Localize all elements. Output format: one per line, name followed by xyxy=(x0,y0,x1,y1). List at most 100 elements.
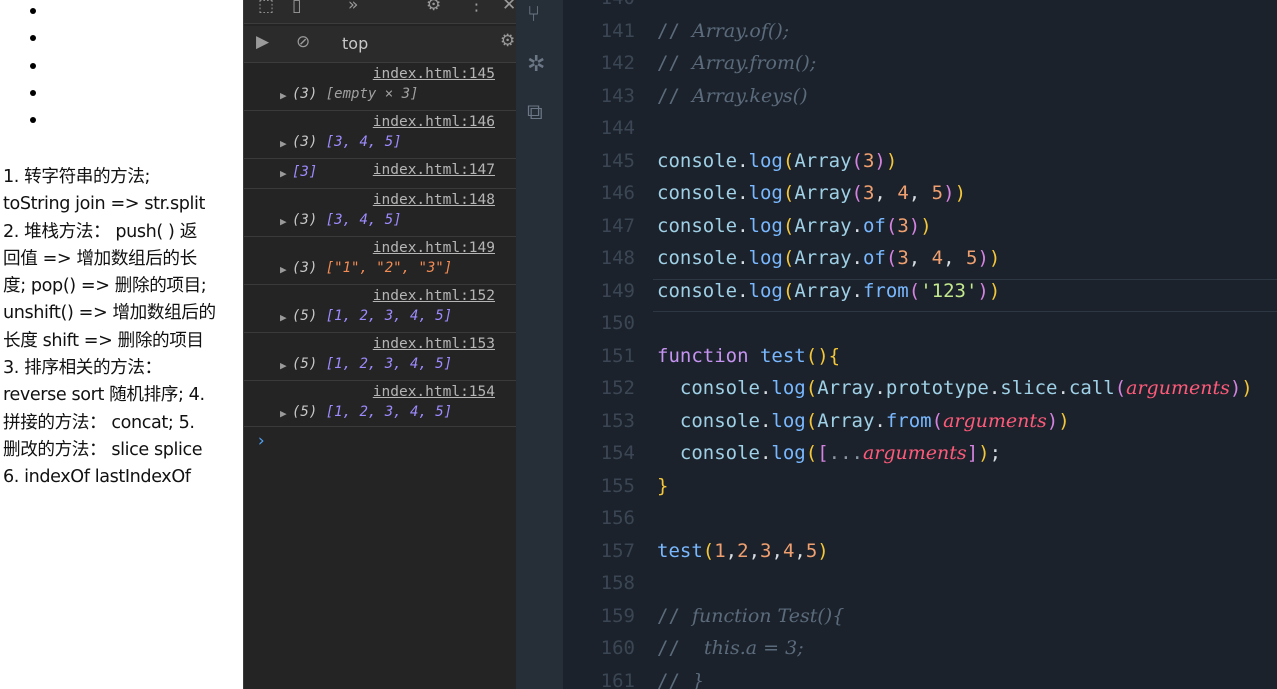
line-number: 143 xyxy=(600,85,635,107)
source-link[interactable]: index.html:154 xyxy=(373,384,495,400)
notes-line: 1. 转字符串的方法; xyxy=(3,167,151,187)
console-message: index.html:146 ▶ (3) [3, 4, 5] xyxy=(244,111,517,159)
line-number: 157 xyxy=(600,540,635,562)
line-number: 149 xyxy=(600,280,635,302)
log-value[interactable]: (3) [empty × 3] xyxy=(292,86,418,102)
console-message: index.html:154 ▶ (5) [1, 2, 3, 4, 5] xyxy=(244,381,517,427)
expand-arrow-icon[interactable]: ▶ xyxy=(280,137,287,150)
notes-line: 2. 堆栈方法： push( ) 返 xyxy=(3,221,197,242)
code-line[interactable]: console.log(Array.of(3)) xyxy=(657,215,932,237)
log-value[interactable]: [3] xyxy=(292,164,317,180)
more-tabs-icon[interactable]: » xyxy=(348,0,358,15)
expand-arrow-icon[interactable]: ▶ xyxy=(280,89,287,102)
web-page: 1. 转字符串的方法; toString join => str.split 2… xyxy=(0,0,243,689)
console-message: index.html:152 ▶ (5) [1, 2, 3, 4, 5] xyxy=(244,285,517,333)
console-message: index.html:149 ▶ (3) ["1", "2", "3"] xyxy=(244,237,517,285)
code-line[interactable]: function test(){ xyxy=(657,345,840,367)
source-link[interactable]: index.html:148 xyxy=(373,192,495,208)
console-message: index.html:145 ▶ (3) [empty × 3] xyxy=(244,63,517,111)
line-number: 146 xyxy=(600,182,635,204)
line-number: 150 xyxy=(600,312,635,334)
expand-arrow-icon[interactable]: ▶ xyxy=(280,407,287,420)
settings-icon[interactable]: ⚙ xyxy=(500,31,515,51)
code-line[interactable]: console.log(Array.prototype.slice.call(a… xyxy=(657,377,1253,399)
expand-arrow-icon[interactable]: ▶ xyxy=(280,167,287,180)
console-prompt[interactable]: › xyxy=(256,431,266,451)
context-selector[interactable]: top xyxy=(342,34,368,53)
notes-text: 1. 转字符串的方法; toString join => str.split 2… xyxy=(3,164,239,492)
code-line[interactable]: } xyxy=(657,475,668,497)
notes-line: 回值 => 增加数组后的长 xyxy=(3,248,197,269)
code-line[interactable]: // Array.of(); xyxy=(657,20,789,42)
notes-line: toString join => str.split xyxy=(3,194,206,215)
code-line[interactable]: console.log(Array.from('123')) xyxy=(657,280,1000,302)
source-link[interactable]: index.html:147 xyxy=(373,162,495,178)
source-link[interactable]: index.html:152 xyxy=(373,288,495,304)
line-number: 161 xyxy=(600,670,635,689)
code-line[interactable]: // Array.from(); xyxy=(657,52,816,74)
notes-line: 拼接的方法： concat; 5. xyxy=(3,412,195,433)
expand-arrow-icon[interactable]: ▶ xyxy=(280,263,287,276)
line-number: 142 xyxy=(600,52,635,74)
log-value[interactable]: (3) [3, 4, 5] xyxy=(292,212,402,228)
code-line[interactable]: test(1,2,3,4,5) xyxy=(657,540,829,562)
line-number: 145 xyxy=(600,150,635,172)
notes-line: 删改的方法： slice splice xyxy=(3,439,203,460)
log-value[interactable]: (5) [1, 2, 3, 4, 5] xyxy=(292,404,452,420)
line-number: 152 xyxy=(600,377,635,399)
code-line[interactable]: // function Test(){ xyxy=(657,605,844,627)
code-line[interactable]: // Array.keys() xyxy=(657,85,808,107)
line-number: 153 xyxy=(600,410,635,432)
line-number: 147 xyxy=(600,215,635,237)
line-number: 155 xyxy=(600,475,635,497)
bullet-item xyxy=(30,117,36,124)
log-value[interactable]: (3) [3, 4, 5] xyxy=(292,134,402,150)
extensions-icon[interactable]: ⧉ xyxy=(527,100,543,125)
source-link[interactable]: index.html:145 xyxy=(373,66,495,82)
console-message: index.html:153 ▶ (5) [1, 2, 3, 4, 5] xyxy=(244,333,517,381)
code-line[interactable]: // this.a = 3; xyxy=(657,637,804,659)
empty-bullet-list xyxy=(30,8,36,144)
code-line[interactable]: console.log([...arguments]); xyxy=(657,442,1001,464)
log-value[interactable]: (3) ["1", "2", "3"] xyxy=(292,260,452,276)
notes-line: 6. indexOf lastIndexOf xyxy=(3,467,191,488)
log-value[interactable]: (5) [1, 2, 3, 4, 5] xyxy=(292,308,452,324)
debug-icon[interactable]: ✲ xyxy=(527,52,545,77)
sidebar-toggle-icon[interactable]: ▶︎ xyxy=(256,32,269,52)
line-number: 151 xyxy=(600,345,635,367)
kebab-icon[interactable]: ⋮ xyxy=(468,0,485,15)
line-number: 148 xyxy=(600,247,635,269)
source-link[interactable]: index.html:153 xyxy=(373,336,495,352)
line-number: 141 xyxy=(600,20,635,42)
expand-arrow-icon[interactable]: ▶ xyxy=(280,215,287,228)
code-line[interactable]: console.log(Array(3)) xyxy=(657,150,897,172)
bullet-item xyxy=(30,89,36,96)
notes-line: reverse sort 随机排序; 4. xyxy=(3,385,205,406)
line-number: 158 xyxy=(600,572,635,594)
source-link[interactable]: index.html:149 xyxy=(373,240,495,256)
log-value[interactable]: (5) [1, 2, 3, 4, 5] xyxy=(292,356,452,372)
source-control-icon[interactable]: ⑂ xyxy=(527,2,540,27)
code-line[interactable]: console.log(Array.of(3, 4, 5)) xyxy=(657,247,1000,269)
device-icon[interactable]: ▯ xyxy=(292,0,301,16)
code-line[interactable]: console.log(Array.from(arguments)) xyxy=(657,410,1070,432)
settings-icon[interactable]: ⚙ xyxy=(426,0,441,15)
code-line[interactable]: console.log(Array(3, 4, 5)) xyxy=(657,182,966,204)
source-link[interactable]: index.html:146 xyxy=(373,114,495,130)
line-number: 160 xyxy=(600,637,635,659)
console-message: index.html:148 ▶ (3) [3, 4, 5] xyxy=(244,189,517,237)
line-number: 144 xyxy=(600,117,635,139)
bullet-item xyxy=(30,35,36,42)
clear-console-icon[interactable]: ⊘ xyxy=(296,32,310,52)
expand-arrow-icon[interactable]: ▶ xyxy=(280,359,287,372)
expand-arrow-icon[interactable]: ▶ xyxy=(280,311,287,324)
inspect-icon[interactable]: ⬚ xyxy=(258,0,274,16)
code-editor[interactable]: 140 141 142 143 144 145 146 147 148 149 … xyxy=(563,0,1277,689)
close-icon[interactable]: ✕ xyxy=(502,0,516,15)
notes-line: unshift() => 增加数组后的 xyxy=(3,303,216,324)
console-toolbar: ▶︎ ⊘ top ⚙ xyxy=(244,26,517,63)
bullet-item xyxy=(30,8,36,14)
notes-line: 长度 shift => 删除的项目 xyxy=(3,330,204,351)
code-line[interactable]: // } xyxy=(657,670,704,689)
devtools-panel: ⬚ ▯ » ⚙ ⋮ ✕ ▶︎ ⊘ top ⚙ index.html:145 ▶ … xyxy=(243,0,517,689)
